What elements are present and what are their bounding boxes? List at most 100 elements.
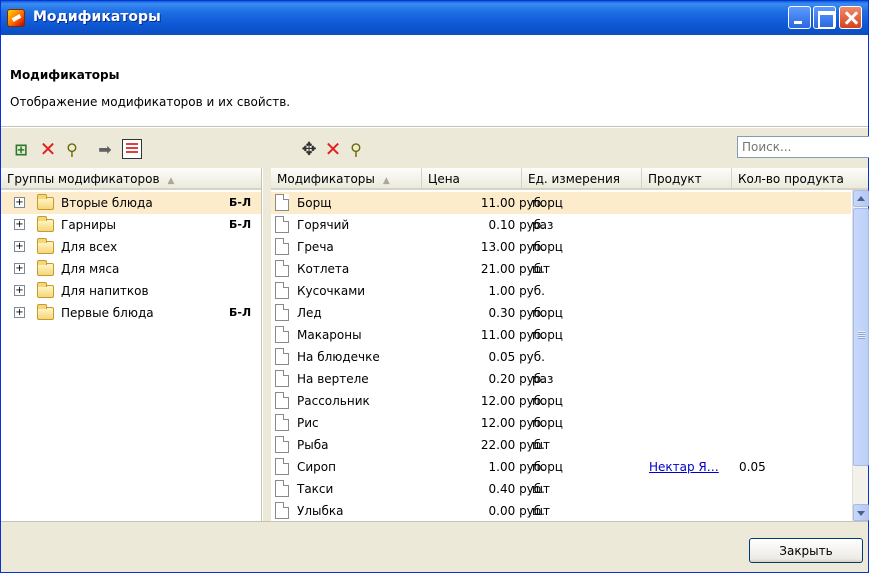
delete-modifier-icon[interactable]: ✕ bbox=[323, 137, 343, 161]
cell-qty: 0.05 bbox=[739, 460, 766, 474]
panel-splitter[interactable] bbox=[263, 168, 271, 521]
folder-icon bbox=[37, 282, 54, 298]
window-title: Модификаторы bbox=[33, 9, 161, 25]
cell-unit: порц bbox=[532, 196, 563, 210]
cell-unit: шт bbox=[532, 262, 550, 276]
cell-name: Кусочками bbox=[297, 284, 366, 298]
tree-item-label: Для напитков bbox=[61, 284, 149, 298]
cell-price: 13.00 руб. bbox=[480, 240, 545, 254]
tree-item[interactable]: + Для напитков bbox=[1, 280, 261, 302]
find-modifier-icon[interactable]: ⚲ bbox=[346, 139, 366, 159]
cell-unit: раз bbox=[532, 372, 554, 386]
folder-icon bbox=[37, 304, 54, 320]
folder-icon bbox=[37, 238, 54, 254]
table-row[interactable]: Лед 0.30 руб. порц bbox=[271, 302, 851, 324]
col-header-name[interactable]: Модификаторы ▲ bbox=[271, 168, 421, 190]
cell-price: 1.00 руб. bbox=[488, 460, 545, 474]
properties-icon[interactable] bbox=[122, 139, 142, 159]
document-icon bbox=[275, 260, 289, 277]
table-row[interactable]: Греча 13.00 руб. порц bbox=[271, 236, 851, 258]
table-row[interactable]: На вертеле 0.20 руб. раз bbox=[271, 368, 851, 390]
cell-unit: порц bbox=[532, 240, 563, 254]
table-row[interactable]: Сироп 1.00 руб. порц Нектар Я… 0.05 bbox=[271, 456, 851, 478]
maximize-button[interactable] bbox=[813, 6, 836, 29]
table-row[interactable]: Борщ 11.00 руб. порц bbox=[271, 192, 851, 214]
folder-icon bbox=[37, 216, 54, 232]
document-icon bbox=[275, 304, 289, 321]
cell-name: Рис bbox=[297, 416, 319, 430]
document-icon bbox=[275, 282, 289, 299]
cell-price: 0.00 руб. bbox=[488, 504, 545, 518]
col-header-unit[interactable]: Ед. измерения bbox=[521, 168, 641, 190]
cell-name: Котлета bbox=[297, 262, 350, 276]
cell-price: 0.10 руб. bbox=[488, 218, 545, 232]
scroll-down-button[interactable] bbox=[853, 504, 869, 521]
cell-name: Горячий bbox=[297, 218, 350, 232]
tree-item-label: Первые блюда bbox=[61, 306, 154, 320]
cell-name: Рыба bbox=[297, 438, 329, 452]
close-window-button[interactable] bbox=[839, 6, 862, 29]
groups-column-label: Группы модификаторов bbox=[7, 172, 160, 186]
scroll-thumb[interactable] bbox=[853, 208, 869, 466]
table-row[interactable]: Рассольник 12.00 руб. порц bbox=[271, 390, 851, 412]
cell-name: Такси bbox=[297, 482, 334, 496]
table-row[interactable]: Котлета 21.00 руб. шт bbox=[271, 258, 851, 280]
table-row[interactable]: На блюдечке 0.05 руб. bbox=[271, 346, 851, 368]
cell-unit: шт bbox=[532, 438, 550, 452]
delete-group-icon[interactable]: ✕ bbox=[38, 137, 58, 161]
footer: Закрыть bbox=[1, 521, 868, 572]
col-header-qty[interactable]: Кол-во продукта bbox=[731, 168, 868, 190]
cell-unit: порц bbox=[532, 394, 563, 408]
table-row[interactable]: Кусочками 1.00 руб. bbox=[271, 280, 851, 302]
expand-icon[interactable]: + bbox=[14, 219, 25, 230]
cell-unit: порц bbox=[532, 416, 563, 430]
cell-name: Борщ bbox=[297, 196, 332, 210]
expand-icon[interactable]: + bbox=[14, 263, 25, 274]
page-title: Модификаторы bbox=[10, 68, 120, 82]
tree-item[interactable]: + Для всех bbox=[1, 236, 261, 258]
minimize-button[interactable] bbox=[788, 6, 811, 29]
search-input[interactable] bbox=[737, 136, 869, 158]
table-row[interactable]: Рыба 22.00 руб. шт bbox=[271, 434, 851, 456]
close-button[interactable]: Закрыть bbox=[749, 538, 863, 563]
cell-price: 11.00 руб. bbox=[480, 196, 545, 210]
arrow-right-icon[interactable]: ➡ bbox=[95, 139, 115, 159]
col-header-price[interactable]: Цена bbox=[421, 168, 521, 190]
header: Модификаторы Отображение модификаторов и… bbox=[1, 35, 868, 127]
vertical-scrollbar[interactable] bbox=[852, 190, 869, 521]
add-modifier-icon[interactable]: ✥ bbox=[299, 139, 319, 160]
tree-item[interactable]: + Вторые блюда Б-Л bbox=[1, 192, 261, 214]
expand-icon[interactable]: + bbox=[14, 197, 25, 208]
title-bar[interactable]: Модификаторы bbox=[1, 1, 868, 35]
expand-icon[interactable]: + bbox=[14, 241, 25, 252]
cell-price: 1.00 руб. bbox=[488, 284, 545, 298]
tree-item-badge: Б-Л bbox=[229, 306, 252, 319]
cell-price: 12.00 руб. bbox=[480, 416, 545, 430]
add-group-icon[interactable]: ⊞ bbox=[11, 139, 31, 159]
cell-name: Макароны bbox=[297, 328, 362, 342]
tree-item-label: Для мяса bbox=[61, 262, 120, 276]
table-row[interactable]: Рис 12.00 руб. порц bbox=[271, 412, 851, 434]
table-row[interactable]: Такси 0.40 руб. шт bbox=[271, 478, 851, 500]
tree-item[interactable]: + Гарниры Б-Л bbox=[1, 214, 261, 236]
tree-item[interactable]: + Для мяса bbox=[1, 258, 261, 280]
scroll-up-button[interactable] bbox=[853, 190, 869, 207]
folder-icon bbox=[37, 194, 54, 210]
cell-product-link[interactable]: Нектар Я… bbox=[649, 460, 719, 474]
cell-name: Рассольник bbox=[297, 394, 370, 408]
folder-icon bbox=[37, 260, 54, 276]
expand-icon[interactable]: + bbox=[14, 285, 25, 296]
col-header-name-label: Модификаторы bbox=[277, 172, 375, 186]
groups-column-header[interactable]: Группы модификаторов ▲ bbox=[1, 168, 261, 190]
find-group-icon[interactable]: ⚲ bbox=[62, 139, 82, 159]
document-icon bbox=[275, 502, 289, 519]
page-description: Отображение модификаторов и их свойств. bbox=[10, 95, 291, 109]
table-row[interactable]: Улыбка 0.00 руб. шт bbox=[271, 500, 851, 521]
table-row[interactable]: Макароны 11.00 руб. порц bbox=[271, 324, 851, 346]
expand-icon[interactable]: + bbox=[14, 307, 25, 318]
table-row[interactable]: Горячий 0.10 руб. раз bbox=[271, 214, 851, 236]
document-icon bbox=[275, 480, 289, 497]
col-header-product[interactable]: Продукт bbox=[641, 168, 731, 190]
document-icon bbox=[275, 458, 289, 475]
tree-item[interactable]: + Первые блюда Б-Л bbox=[1, 302, 261, 324]
